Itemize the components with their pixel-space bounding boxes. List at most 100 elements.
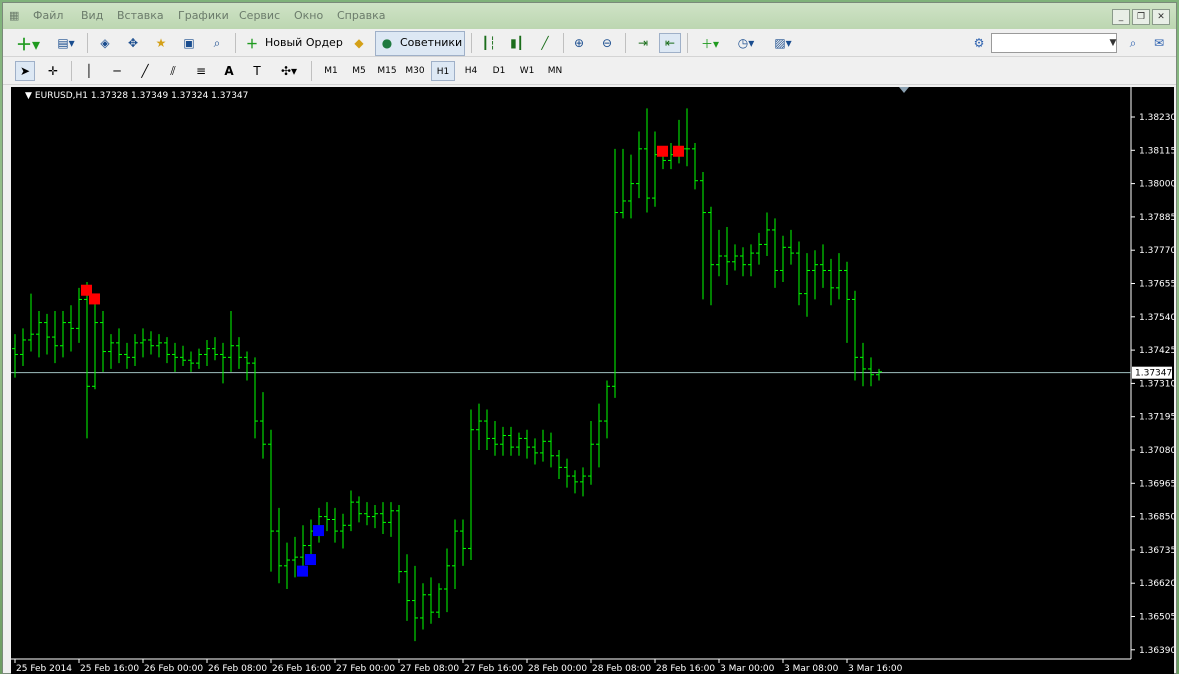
app-icon[interactable]: ▦: [9, 9, 19, 22]
timeframe-w1[interactable]: W1: [515, 61, 539, 81]
menu-help[interactable]: Справка: [337, 9, 385, 22]
price-tick-label: 1.38230: [1139, 113, 1174, 123]
time-tick-label: 26 Feb 00:00: [144, 664, 203, 674]
strategy-tester-icon[interactable]: ⌕: [207, 33, 227, 53]
chart-shift-marker-icon: [899, 87, 909, 93]
profiles-icon[interactable]: ▤▾: [51, 33, 81, 53]
line-chart-icon[interactable]: ╱: [535, 33, 555, 53]
symbol-label: EURUSD,H1: [34, 91, 89, 101]
search-icon[interactable]: ⌕: [1123, 33, 1143, 53]
chart-shift-icon[interactable]: ⇤: [659, 33, 681, 53]
menu-view[interactable]: Вид: [81, 9, 103, 22]
time-tick-label: 28 Feb 00:00: [528, 664, 587, 674]
price-tick-label: 1.37425: [1139, 346, 1174, 356]
price-tick-label: 1.38115: [1139, 146, 1174, 156]
menu-insert[interactable]: Вставка: [117, 9, 164, 22]
bid-price-label: 1.37347: [1135, 369, 1172, 379]
buy-signal-marker: [305, 554, 316, 566]
timeframe-h4[interactable]: H4: [459, 61, 483, 81]
buy-signal-marker: [313, 525, 324, 537]
vertical-line-icon[interactable]: │: [79, 61, 99, 81]
indicators-icon[interactable]: ＋▾: [695, 33, 725, 53]
time-tick-label: 3 Mar 00:00: [720, 664, 775, 674]
price-tick-label: 1.37310: [1139, 379, 1174, 389]
meta-editor-icon[interactable]: ◆: [349, 33, 369, 53]
time-tick-label: 26 Feb 16:00: [272, 664, 331, 674]
price-tick-label: 1.37540: [1139, 313, 1174, 323]
chart-symbol-header: ▼ EURUSD,H1 1.37328 1.37349 1.37324 1.373…: [25, 91, 248, 101]
chart-menu-triangle-icon[interactable]: ▼: [25, 91, 32, 101]
bar-chart-icon[interactable]: ┃┆: [479, 33, 499, 53]
sell-signal-marker: [673, 145, 684, 157]
chat-icon[interactable]: ✉: [1149, 33, 1169, 53]
close-button[interactable]: ✕: [1152, 9, 1170, 25]
time-tick-label: 3 Mar 08:00: [784, 664, 839, 674]
time-tick-label: 25 Feb 2014: [16, 664, 72, 674]
text-icon[interactable]: A: [219, 61, 239, 81]
time-tick-label: 28 Feb 08:00: [592, 664, 651, 674]
market-watch-icon[interactable]: ◈: [95, 33, 115, 53]
price-chart[interactable]: 1.38230 1.38115 1.38000 1.37885 1.37770 1.376…: [11, 87, 1174, 674]
zoom-out-icon[interactable]: ⊖: [597, 33, 617, 53]
settings-gear-icon[interactable]: ⚙: [969, 33, 989, 53]
time-tick-label: 25 Feb 16:00: [80, 664, 139, 674]
restore-button[interactable]: ❐: [1132, 9, 1150, 25]
experts-button[interactable]: Советники: [400, 33, 462, 53]
search-dropdown-icon[interactable]: ▼: [1107, 33, 1119, 53]
arrows-icon[interactable]: ✣▾: [275, 61, 303, 81]
menu-charts[interactable]: Графики: [178, 9, 229, 22]
sell-signal-marker: [657, 145, 668, 157]
time-tick-label: 3 Mar 16:00: [848, 664, 903, 674]
timeframe-m30[interactable]: M30: [403, 61, 427, 81]
price-tick-label: 1.36505: [1139, 613, 1174, 623]
navigator-icon[interactable]: ✥: [123, 33, 143, 53]
terminal-icon[interactable]: ▣: [179, 33, 199, 53]
fibonacci-icon[interactable]: ≡: [191, 61, 211, 81]
timeframe-mn[interactable]: MN: [543, 61, 567, 81]
templates-icon[interactable]: ▨▾: [767, 33, 799, 53]
sell-signal-marker: [89, 293, 100, 305]
price-tick-label: 1.36850: [1139, 513, 1174, 523]
text-label-icon[interactable]: T: [247, 61, 267, 81]
price-tick-label: 1.36965: [1139, 479, 1174, 489]
candlestick-icon[interactable]: ▮┃: [507, 33, 527, 53]
cursor-icon[interactable]: ➤: [15, 61, 35, 81]
standard-toolbar: ＋▾ ▤▾ ◈ ✥ ★ ▣ ⌕ ＋ Новый Ордер ◆ ● Советн…: [3, 29, 1176, 57]
trendline-icon[interactable]: ╱: [135, 61, 155, 81]
periods-icon[interactable]: ◷▾: [731, 33, 761, 53]
price-tick-label: 1.37655: [1139, 280, 1174, 290]
timeframe-h1[interactable]: H1: [431, 61, 455, 81]
menu-window[interactable]: Окно: [294, 9, 323, 22]
crosshair-icon[interactable]: ✛: [43, 61, 63, 81]
zoom-in-icon[interactable]: ⊕: [569, 33, 589, 53]
price-tick-label: 1.37080: [1139, 446, 1174, 456]
menu-file[interactable]: Файл: [33, 9, 63, 22]
new-order-icon[interactable]: ＋: [243, 33, 261, 53]
timeframe-m5[interactable]: M5: [347, 61, 371, 81]
new-chart-icon[interactable]: ＋▾: [13, 33, 43, 54]
time-tick-label: 28 Feb 16:00: [656, 664, 715, 674]
horizontal-line-icon[interactable]: ─: [107, 61, 127, 81]
search-input[interactable]: [991, 33, 1117, 53]
menu-bar: ▦ Файл Вид Вставка Графики Сервис Окно С…: [3, 3, 1176, 29]
time-tick-label: 26 Feb 08:00: [208, 664, 267, 674]
menu-tools[interactable]: Сервис: [239, 9, 280, 22]
new-order-button[interactable]: Новый Ордер: [265, 33, 343, 53]
experts-icon[interactable]: ●: [377, 33, 397, 53]
timeframe-m1[interactable]: M1: [319, 61, 343, 81]
timeframe-d1[interactable]: D1: [487, 61, 511, 81]
auto-scroll-icon[interactable]: ⇥: [633, 33, 653, 53]
favorites-icon[interactable]: ★: [151, 33, 171, 53]
channel-icon[interactable]: ⫽: [163, 61, 183, 81]
time-tick-label: 27 Feb 00:00: [336, 664, 395, 674]
price-tick-label: 1.37195: [1139, 413, 1174, 423]
time-tick-label: 27 Feb 16:00: [464, 664, 523, 674]
price-tick-label: 1.36620: [1139, 579, 1174, 589]
buy-signal-marker: [297, 565, 308, 577]
timeframe-m15[interactable]: M15: [375, 61, 399, 81]
chart-window[interactable]: 1.38230 1.38115 1.38000 1.37885 1.37770 1.376…: [11, 87, 1174, 674]
price-tick-label: 1.36735: [1139, 546, 1174, 556]
minimize-button[interactable]: _: [1112, 9, 1130, 25]
price-tick-label: 1.37770: [1139, 246, 1174, 256]
line-studies-toolbar: ➤ ✛ │ ─ ╱ ⫽ ≡ A T ✣▾ M1 M5 M15 M30 H1 H4…: [3, 57, 1176, 85]
